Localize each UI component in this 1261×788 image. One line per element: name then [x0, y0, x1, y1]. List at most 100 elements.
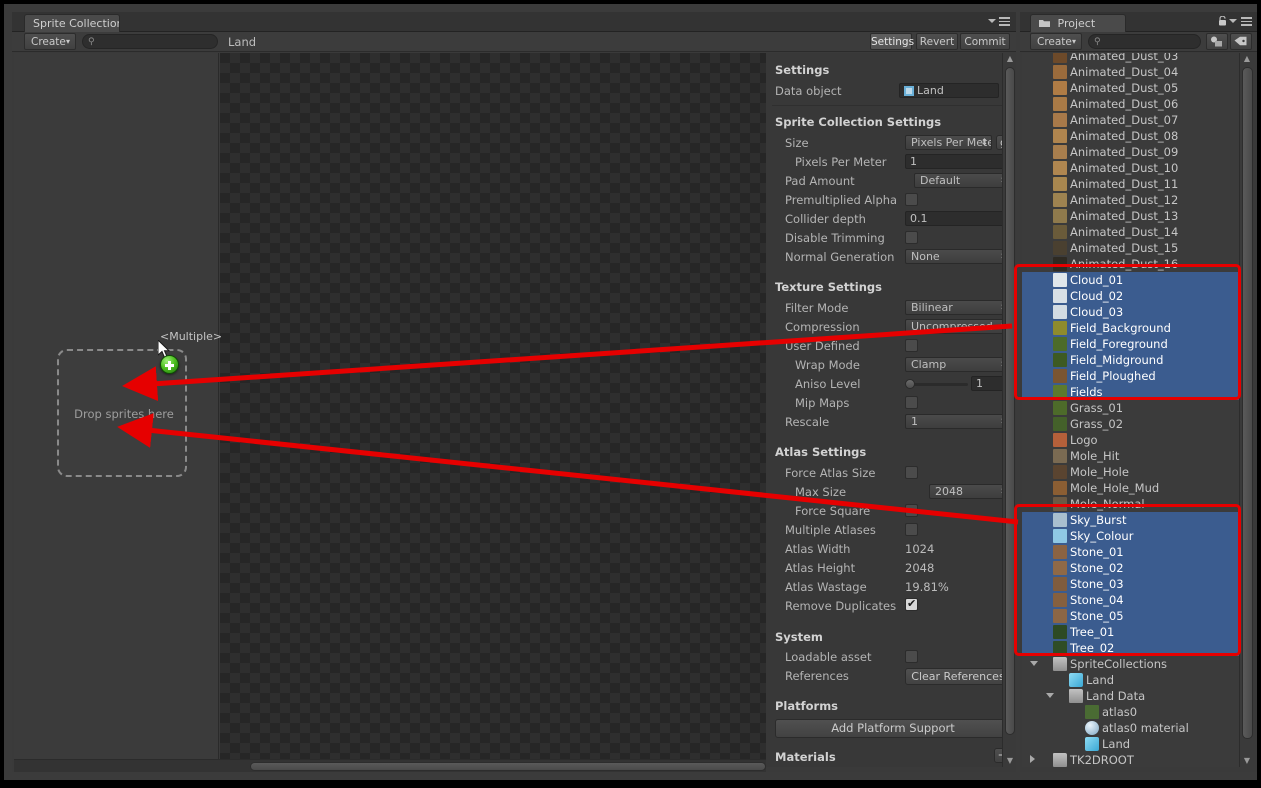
- row-pixels-per-meter-field[interactable]: 1: [905, 154, 1011, 169]
- project-list-item[interactable]: Field_Ploughed: [1022, 368, 1239, 384]
- scroll-down-icon[interactable]: ▼: [1240, 755, 1254, 767]
- add-platform-support-button[interactable]: Add Platform Support: [775, 719, 1011, 738]
- project-list-item[interactable]: Animated_Dust_04: [1022, 64, 1239, 80]
- project-list-item[interactable]: atlas0: [1022, 704, 1239, 720]
- sprite-preview-canvas[interactable]: [220, 53, 766, 767]
- project-scrollbar-thumb[interactable]: [1242, 67, 1253, 739]
- canvas-hscrollbar-thumb[interactable]: [250, 762, 766, 771]
- project-list-item[interactable]: Stone_03: [1022, 576, 1239, 592]
- commit-button[interactable]: Commit: [960, 33, 1010, 50]
- project-list-item[interactable]: Stone_02: [1022, 560, 1239, 576]
- project-list-item[interactable]: Animated_Dust_08: [1022, 128, 1239, 144]
- sprite-collection-menu-caret-icon[interactable]: [988, 19, 996, 23]
- project-list-item[interactable]: Mole_Hole_Mud: [1022, 480, 1239, 496]
- row-force-square-checkbox[interactable]: [905, 504, 918, 517]
- data-object-field[interactable]: Land: [899, 83, 999, 98]
- clear-references-button[interactable]: Clear References: [905, 668, 1011, 685]
- project-list-item[interactable]: Animated_Dust_06: [1022, 96, 1239, 112]
- project-list-item[interactable]: Animated_Dust_14: [1022, 224, 1239, 240]
- aniso-level-slider-track[interactable]: [906, 383, 968, 386]
- project-list-item[interactable]: Mole_Hit: [1022, 448, 1239, 464]
- project-list-item[interactable]: Cloud_01: [1022, 272, 1239, 288]
- project-list-item[interactable]: SpriteCollections: [1022, 656, 1239, 672]
- scroll-up-icon[interactable]: ▲: [1003, 53, 1016, 65]
- row-loadable-asset-checkbox[interactable]: [905, 650, 918, 663]
- row-mip-maps-checkbox[interactable]: [905, 396, 918, 409]
- project-search-input[interactable]: ⚲: [1088, 34, 1201, 49]
- project-list-item[interactable]: Animated_Dust_05: [1022, 80, 1239, 96]
- search-input[interactable]: ⚲: [82, 34, 218, 49]
- project-list-item[interactable]: Fields: [1022, 384, 1239, 400]
- row-user-defined-checkbox[interactable]: [905, 339, 918, 352]
- canvas-hscrollbar[interactable]: [14, 759, 766, 772]
- row-pad-amount-popup[interactable]: Default ⇕: [914, 173, 1011, 188]
- inspector-scrollbar[interactable]: ▲ ▼: [1002, 53, 1016, 767]
- project-asset-list[interactable]: Animated_Dust_03 Animated_Dust_04 Animated…: [1022, 53, 1239, 767]
- row-force-atlas-size-checkbox[interactable]: [905, 466, 918, 479]
- project-list-item[interactable]: Animated_Dust_11: [1022, 176, 1239, 192]
- project-scrollbar[interactable]: ▲ ▼: [1239, 53, 1254, 767]
- project-list-item[interactable]: Tree_02: [1022, 640, 1239, 656]
- create-button[interactable]: Create ▾: [24, 33, 76, 50]
- project-list-item[interactable]: Logo: [1022, 432, 1239, 448]
- project-list-item[interactable]: Animated_Dust_12: [1022, 192, 1239, 208]
- project-list-item[interactable]: Sky_Burst: [1022, 512, 1239, 528]
- project-list-item[interactable]: Grass_01: [1022, 400, 1239, 416]
- project-list-item[interactable]: Stone_05: [1022, 608, 1239, 624]
- project-list-item[interactable]: Animated_Dust_09: [1022, 144, 1239, 160]
- project-list-item[interactable]: Grass_02: [1022, 416, 1239, 432]
- revert-button[interactable]: Revert: [916, 33, 958, 50]
- row-premultiplied-alpha-checkbox[interactable]: [905, 193, 918, 206]
- row-normal-generation-popup[interactable]: None ⇕: [905, 249, 1011, 264]
- filter-by-label-button[interactable]: [1230, 33, 1252, 50]
- project-list-item[interactable]: Field_Midground: [1022, 352, 1239, 368]
- project-list-item[interactable]: Animated_Dust_16: [1022, 256, 1239, 272]
- project-list-item[interactable]: Animated_Dust_15: [1022, 240, 1239, 256]
- project-list-item[interactable]: Tree_01: [1022, 624, 1239, 640]
- row-rescale-popup[interactable]: 1 ⇕: [905, 414, 1011, 429]
- settings-button[interactable]: Settings: [870, 33, 914, 50]
- row-remove-duplicates-checkbox[interactable]: [905, 597, 918, 611]
- chevron-down-icon[interactable]: [1046, 693, 1054, 698]
- chevron-down-icon[interactable]: [1030, 661, 1038, 666]
- tab-project[interactable]: Project: [1030, 14, 1126, 32]
- project-create-button[interactable]: Create ▾: [1030, 33, 1082, 50]
- project-list-item[interactable]: Animated_Dust_03: [1022, 53, 1239, 64]
- row-size-popup[interactable]: Pixels Per Meter ⇕: [905, 135, 992, 150]
- project-list-item[interactable]: Land: [1022, 736, 1239, 752]
- aniso-level-slider-knob[interactable]: [905, 379, 915, 389]
- project-list-item[interactable]: Mole_Normal: [1022, 496, 1239, 512]
- project-panel-menu-icon[interactable]: [1241, 17, 1252, 28]
- sprite-collection-panel-menu-icon[interactable]: [999, 17, 1010, 28]
- row-max-size-popup[interactable]: 2048 ⇕: [929, 484, 1011, 499]
- chevron-right-icon[interactable]: [1030, 755, 1035, 763]
- project-list-item[interactable]: Cloud_02: [1022, 288, 1239, 304]
- scroll-up-icon[interactable]: ▲: [1240, 53, 1254, 65]
- row-wrap-mode-popup[interactable]: Clamp ⇕: [905, 357, 1011, 372]
- inspector-scrollbar-thumb[interactable]: [1005, 67, 1015, 735]
- row-compression-popup[interactable]: Uncompressed ⇕: [905, 319, 1011, 334]
- project-list-item[interactable]: Animated_Dust_13: [1022, 208, 1239, 224]
- project-list-item[interactable]: Land Data: [1022, 688, 1239, 704]
- project-list-item[interactable]: Cloud_03: [1022, 304, 1239, 320]
- project-list-item[interactable]: TK2DROOT: [1022, 752, 1239, 767]
- project-list-item[interactable]: Field_Background: [1022, 320, 1239, 336]
- scroll-down-icon[interactable]: ▼: [1003, 755, 1016, 767]
- filter-by-type-button[interactable]: [1206, 33, 1228, 50]
- project-list-item[interactable]: Land: [1022, 672, 1239, 688]
- project-list-item[interactable]: Sky_Colour: [1022, 528, 1239, 544]
- tab-sprite-collection[interactable]: Sprite Collection: [24, 14, 120, 32]
- project-list-item[interactable]: Field_Foreground: [1022, 336, 1239, 352]
- project-menu-caret-icon[interactable]: [1229, 19, 1237, 23]
- project-list-item[interactable]: Mole_Hole: [1022, 464, 1239, 480]
- project-list-item[interactable]: Stone_04: [1022, 592, 1239, 608]
- project-list-item[interactable]: Animated_Dust_10: [1022, 160, 1239, 176]
- row-disable-trimming-checkbox[interactable]: [905, 231, 918, 244]
- project-list-item[interactable]: Animated_Dust_07: [1022, 112, 1239, 128]
- lock-icon[interactable]: [1218, 16, 1227, 26]
- project-list-item[interactable]: atlas0 material: [1022, 720, 1239, 736]
- row-collider-depth-field[interactable]: 0.1: [905, 211, 1011, 226]
- project-list-item[interactable]: Stone_01: [1022, 544, 1239, 560]
- row-filter-mode-popup[interactable]: Bilinear ⇕: [905, 300, 1011, 315]
- row-multiple-atlases-checkbox[interactable]: [905, 523, 918, 536]
